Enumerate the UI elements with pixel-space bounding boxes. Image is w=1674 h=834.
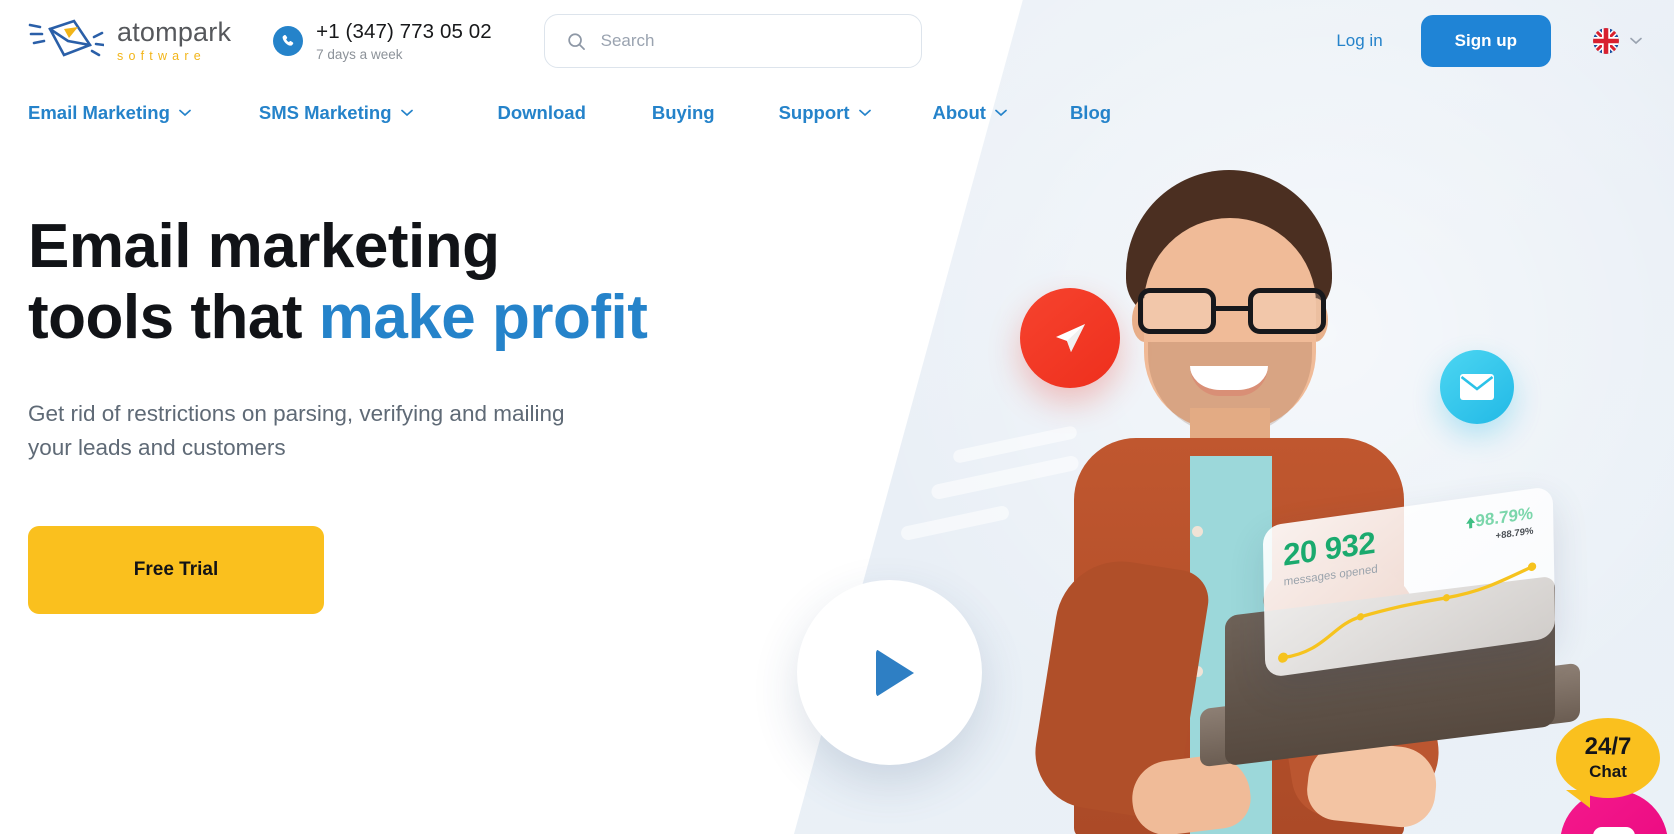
login-link[interactable]: Log in [1336,31,1382,51]
play-video-button[interactable] [797,580,982,765]
nav-label: Download [497,102,586,123]
free-trial-button[interactable]: Free Trial [28,525,324,614]
phone-hours: 7 days a week [316,47,403,62]
nav-label: Blog [1069,102,1112,123]
chat-badge-bottom: Chat [1589,761,1627,781]
chat-availability-badge: 24/7 Chat [1556,718,1660,808]
chevron-down-icon [858,109,871,117]
chevron-down-icon [400,109,413,117]
nav-label: Email Marketing [28,102,170,123]
phone-icon [273,26,304,56]
logo-tagline: software [117,49,206,64]
chat-badge-top: 24/7 [1584,732,1632,760]
logo-name: atompark [117,17,232,48]
nav-item-buying[interactable]: Buying [652,102,715,124]
nav-item-sms-marketing[interactable]: SMS Marketing [259,102,413,124]
headline-line-2-plain: tools that [28,282,319,352]
nav-item-about[interactable]: About [933,102,1007,124]
nav-item-email-marketing[interactable]: Email Marketing [28,102,191,124]
nav-label: Buying [651,102,715,123]
hero-section: Email marketing tools that make profit G… [0,144,740,614]
top-header: atompark software +1 (347) 773 05 02 7 d… [0,0,1674,82]
phone-number: +1 (347) 773 05 02 [316,20,492,43]
language-selector[interactable] [1593,28,1642,54]
uk-flag-icon [1593,28,1619,54]
chevron-down-icon [1630,37,1642,45]
nav-label: About [932,102,986,123]
search-icon [568,32,585,50]
signup-button[interactable]: Sign up [1420,15,1551,67]
chevron-down-icon [995,109,1007,117]
headline-line-1: Email marketing [28,212,500,281]
nav-item-blog[interactable]: Blog [1070,102,1111,124]
chevron-down-icon [179,109,191,117]
nav-label: SMS Marketing [258,102,392,123]
play-icon [875,648,914,697]
nav-label: Support [778,102,850,123]
logo[interactable]: atompark software [28,15,231,67]
search-box[interactable] [543,14,922,68]
phone-block[interactable]: +1 (347) 773 05 02 7 days a week [273,20,492,62]
hero-subheadline: Get rid of restrictions on parsing, veri… [28,401,565,460]
flying-envelope-icon [28,19,104,57]
nav-item-support[interactable]: Support [779,102,871,124]
hero-headline: Email marketing tools that make profit [28,212,740,353]
main-navigation: Email Marketing SMS Marketing Download B… [0,82,1674,144]
search-input[interactable] [600,31,899,51]
nav-item-download[interactable]: Download [498,102,586,124]
headline-accent: make profit [318,282,648,352]
chat-icon [1593,827,1635,834]
